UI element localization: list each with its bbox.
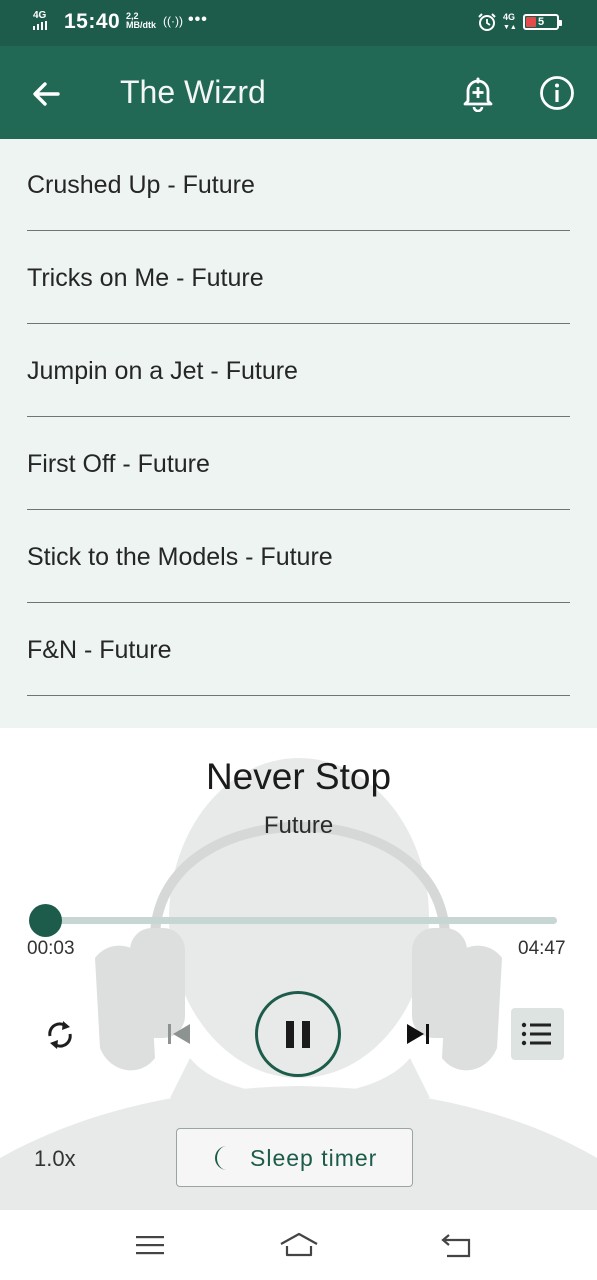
data-rate: 2,2 MB/dtk xyxy=(126,12,156,30)
song-artist: Future xyxy=(263,812,334,839)
arrow-back-icon[interactable] xyxy=(28,76,64,112)
repeat-icon[interactable] xyxy=(41,1016,79,1054)
battery-icon: 5 xyxy=(523,14,562,30)
info-icon[interactable] xyxy=(538,74,576,112)
menu-icon[interactable] xyxy=(133,1231,167,1259)
track-label: Tricks on Me - Future xyxy=(27,264,264,292)
hotspot-icon: ((·)) xyxy=(163,14,183,28)
track-list: Crushed Up - Future Tricks on Me - Futur… xyxy=(0,139,597,728)
total-time: 04:47 xyxy=(518,938,566,959)
pause-icon xyxy=(286,1021,310,1048)
pause-button[interactable] xyxy=(255,991,341,1077)
page-title: The Wizrd xyxy=(120,74,266,110)
network-type: 4G xyxy=(33,10,47,21)
track-label: Stick to the Models - Future xyxy=(27,543,333,571)
list-item[interactable]: Crushed Up - Future xyxy=(27,139,570,231)
signal-icon: 4G xyxy=(33,11,47,33)
seek-bar[interactable] xyxy=(44,917,557,924)
now-playing-panel: Never Stop Future 00:03 04:47 1.0x Sleep… xyxy=(0,728,597,1210)
track-label: F&N - Future xyxy=(27,636,172,664)
seek-thumb[interactable] xyxy=(29,904,62,937)
sleep-timer-label: Sleep timer xyxy=(250,1145,378,1171)
battery-level: 5 xyxy=(537,16,545,28)
back-nav-icon[interactable] xyxy=(437,1228,473,1260)
more-notifications-icon: ••• xyxy=(188,11,208,28)
alarm-icon xyxy=(478,13,496,31)
track-label: Jumpin on a Jet - Future xyxy=(27,357,298,385)
system-nav-bar xyxy=(0,1210,597,1280)
network-4g-icon: 4G ▼▲ xyxy=(503,12,517,32)
clock: 15:40 xyxy=(64,10,121,33)
list-item[interactable]: Stick to the Models - Future xyxy=(27,511,570,603)
skip-previous-icon[interactable] xyxy=(163,1018,195,1050)
list-item[interactable]: Tricks on Me - Future xyxy=(27,232,570,324)
moon-icon xyxy=(215,1146,227,1170)
current-time: 00:03 xyxy=(27,938,75,959)
data-rate-unit: MB/dtk xyxy=(126,20,156,30)
list-item[interactable]: First Off - Future xyxy=(27,418,570,510)
home-icon[interactable] xyxy=(279,1228,319,1260)
skip-next-icon[interactable] xyxy=(402,1018,434,1050)
app-bar: The Wizrd xyxy=(0,46,597,139)
playback-speed[interactable]: 1.0x xyxy=(34,1146,76,1172)
queue-button[interactable] xyxy=(511,1008,564,1060)
sleep-timer-button[interactable]: Sleep timer xyxy=(176,1128,413,1187)
network-right: 4G xyxy=(503,12,516,22)
song-title: Never Stop xyxy=(205,756,392,797)
track-label: First Off - Future xyxy=(27,450,210,478)
track-label: Crushed Up - Future xyxy=(27,171,255,199)
bell-plus-icon[interactable] xyxy=(459,74,497,112)
list-item[interactable]: F&N - Future xyxy=(27,604,570,696)
status-bar: 4G 15:40 2,2 MB/dtk ((·)) ••• 4G ▼▲ 5 xyxy=(0,0,597,46)
list-item[interactable]: Jumpin on a Jet - Future xyxy=(27,325,570,417)
queue-list-icon xyxy=(521,1022,551,1046)
